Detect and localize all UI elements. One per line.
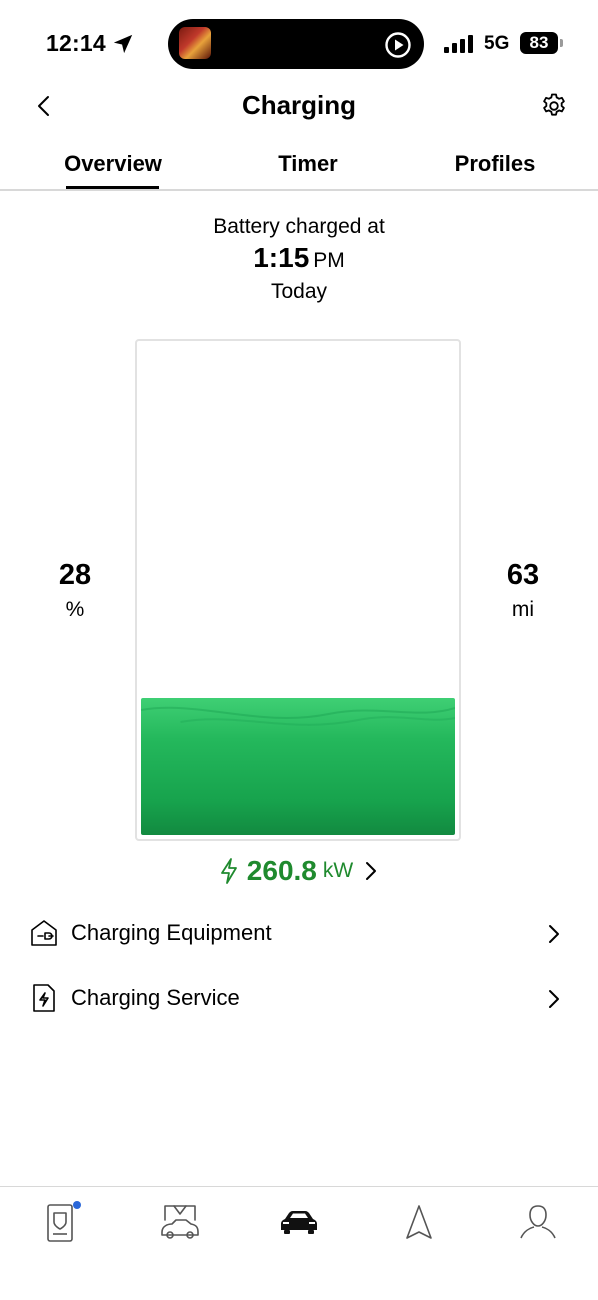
- nav-navigation[interactable]: [389, 1200, 449, 1250]
- tab-overview[interactable]: Overview: [56, 151, 170, 177]
- range-unit: mi: [511, 598, 535, 621]
- state-of-charge-value: 28: [58, 559, 92, 591]
- range-value: 63: [506, 559, 540, 591]
- notification-badge: [73, 1201, 81, 1209]
- now-playing-artwork[interactable]: [179, 27, 211, 59]
- tab-divider: [0, 189, 598, 191]
- network-type: 5G: [484, 33, 510, 54]
- charged-time-value: 1:15: [253, 242, 310, 273]
- charging-service-item[interactable]: Charging Service: [0, 969, 598, 1029]
- battery-wave-decoration: [141, 706, 455, 726]
- charged-time-ampm: PM: [313, 249, 345, 272]
- battery-icon: 83: [520, 32, 564, 54]
- charging-equipment-icon: [31, 920, 57, 946]
- chevron-right-icon: [366, 862, 377, 880]
- battery-level: 83: [520, 32, 558, 54]
- cellular-signal-icon: [444, 35, 473, 53]
- charging-equipment-label: Charging Equipment: [71, 920, 272, 945]
- charging-equipment-item[interactable]: Charging Equipment: [0, 904, 598, 964]
- charged-at-time: 1:15 PM: [0, 242, 598, 274]
- status-time: 12:14: [46, 30, 106, 56]
- lightning-bolt-icon: [220, 858, 237, 884]
- chevron-right-icon: [549, 990, 559, 1008]
- location-arrow-icon: [113, 34, 133, 54]
- nav-car[interactable]: [269, 1200, 329, 1250]
- chevron-right-icon: [549, 925, 559, 943]
- now-playing-icon[interactable]: [384, 31, 412, 59]
- charging-service-label: Charging Service: [71, 985, 240, 1010]
- charged-at-label: Battery charged at: [213, 215, 385, 238]
- nav-phone-key[interactable]: [30, 1200, 90, 1250]
- garage-icon: [161, 1205, 199, 1239]
- tab-profiles[interactable]: Profiles: [440, 151, 550, 177]
- battery-gauge: [135, 339, 461, 841]
- nav-garage[interactable]: [150, 1200, 210, 1250]
- charging-service-icon: [33, 984, 55, 1012]
- car-icon: [281, 1211, 317, 1234]
- tab-timer[interactable]: Timer: [258, 151, 358, 177]
- bottom-nav-divider: [0, 1186, 598, 1187]
- charging-power-value: 260.8: [246, 855, 317, 886]
- charging-power-link[interactable]: 260.8 kW: [0, 855, 598, 887]
- navigation-icon: [406, 1205, 432, 1239]
- charged-at-day: Today: [270, 280, 328, 303]
- charging-power-unit: kW: [322, 859, 354, 882]
- battery-fill: [141, 698, 455, 835]
- settings-gear-icon[interactable]: [540, 92, 568, 120]
- profile-icon: [520, 1205, 556, 1239]
- page-title: Charging: [241, 90, 357, 120]
- state-of-charge-unit: %: [65, 598, 85, 621]
- nav-profile[interactable]: [508, 1200, 568, 1250]
